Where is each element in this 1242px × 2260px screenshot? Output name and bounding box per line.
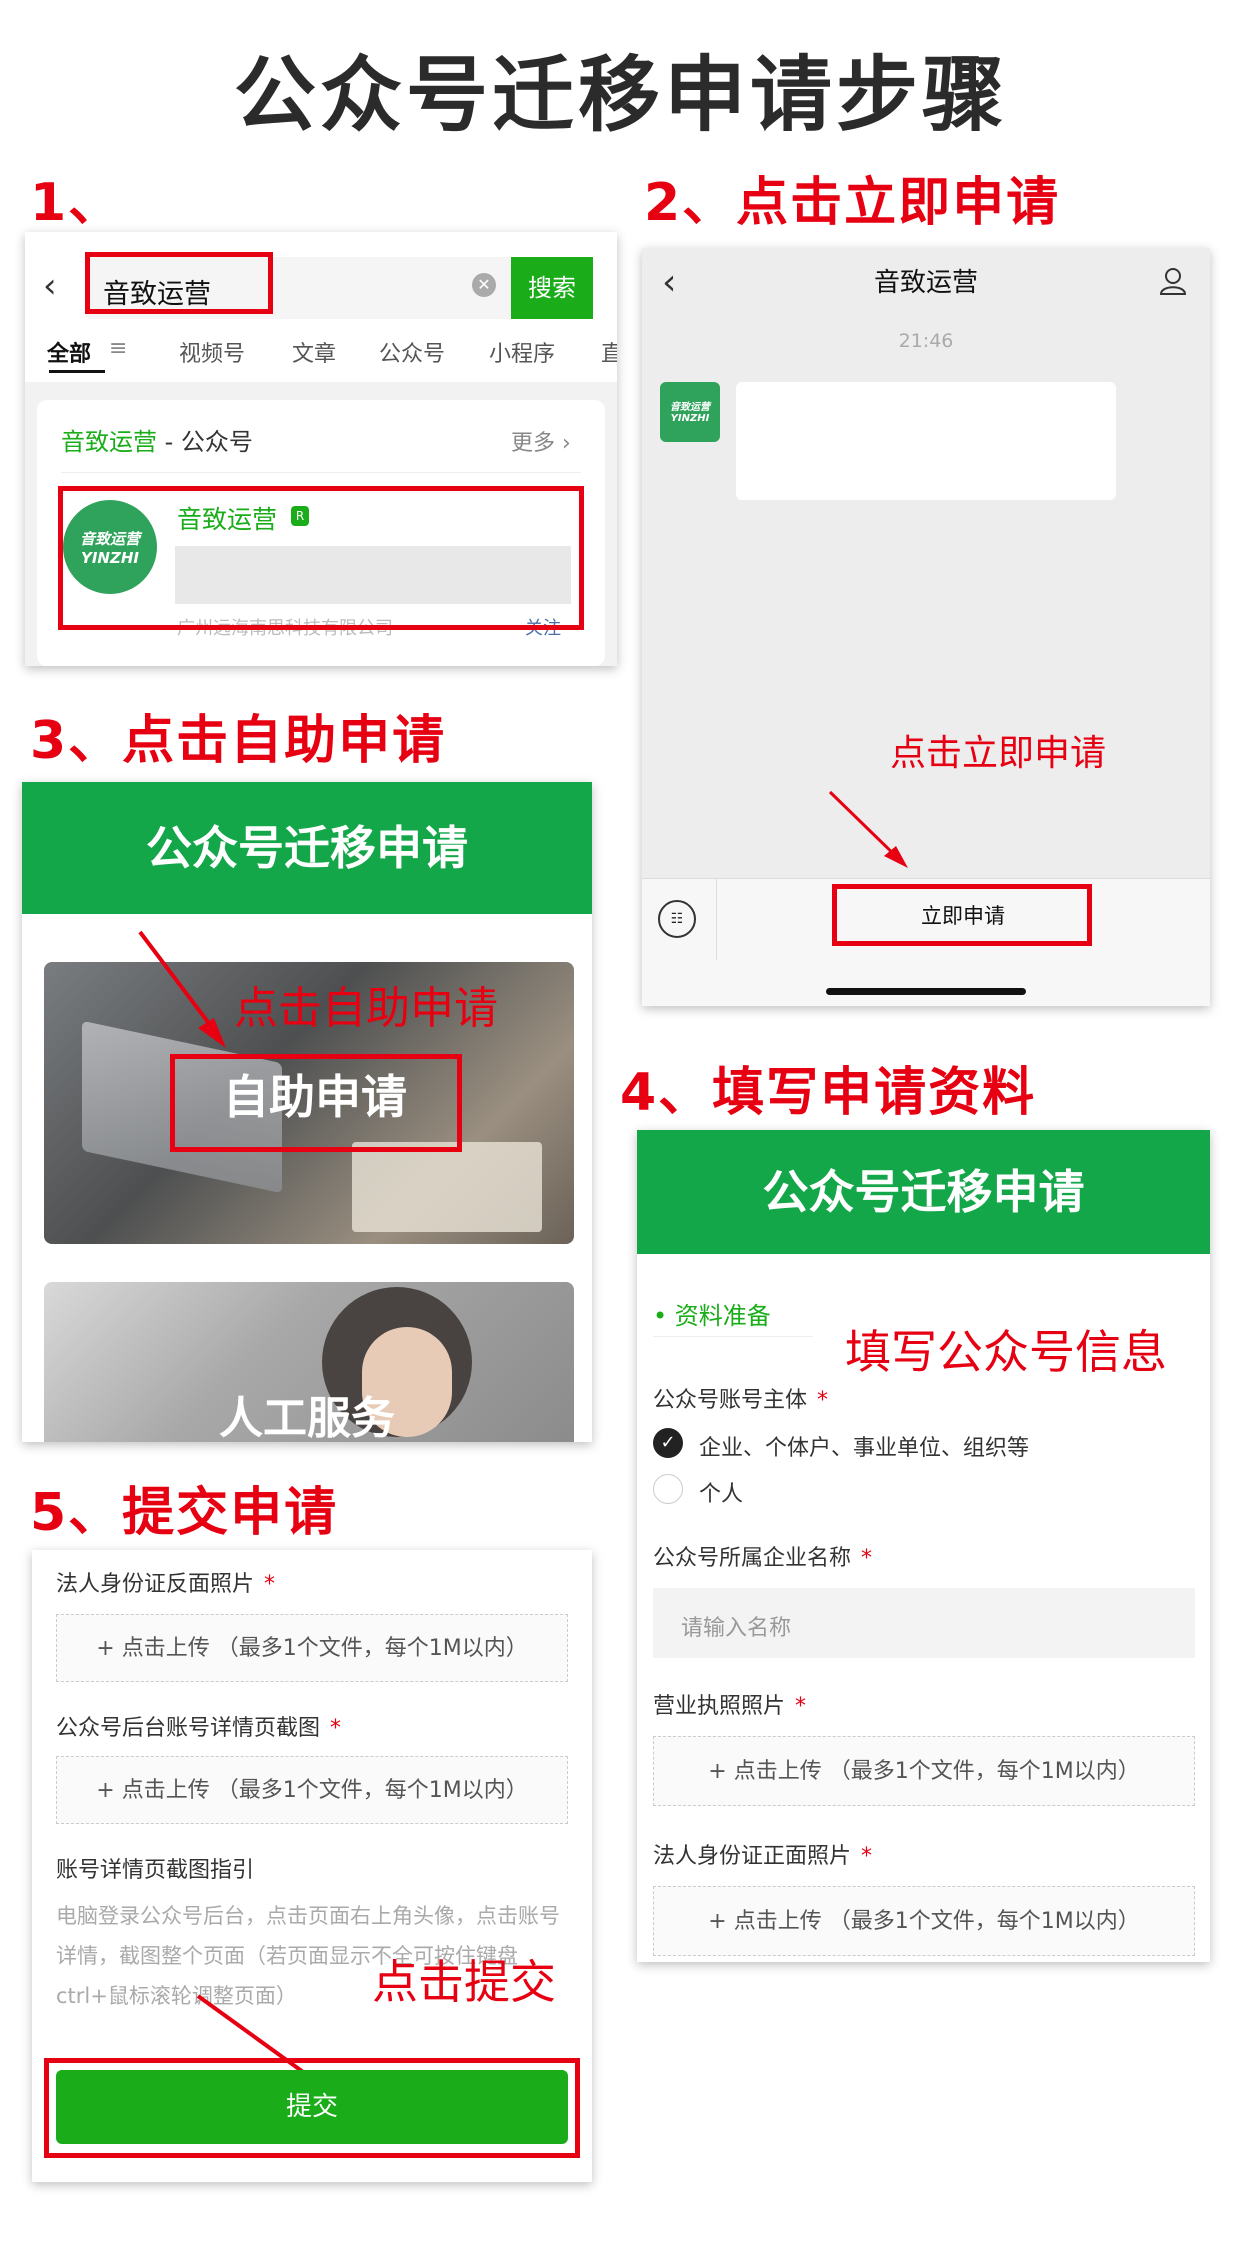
arrow-icon xyxy=(138,930,226,1048)
highlight-box xyxy=(58,486,584,630)
section-title: 音致运营 - 公众号 xyxy=(61,422,253,457)
step-1-label: 1、 xyxy=(30,173,123,233)
section-name: 音致运营 xyxy=(61,428,157,456)
form-panel-1: 公众号迁移申请 • 资料准备 填写公众号信息 公众号账号主体 * ✓ 企业、个体户… xyxy=(637,1130,1210,1962)
arrow-icon xyxy=(828,790,908,868)
search-button[interactable]: 搜索 xyxy=(511,257,593,319)
chat-avatar[interactable]: 音致运营 YINZHI xyxy=(660,382,720,442)
step-3-label: 3、点击自助申请 xyxy=(30,711,447,771)
more-link[interactable]: 更多 › xyxy=(511,425,571,457)
annotation-self-service: 点击自助申请 xyxy=(234,983,498,1034)
divider xyxy=(653,1336,813,1337)
home-indicator xyxy=(826,988,1026,995)
option-individual-label: 个人 xyxy=(699,1482,744,1507)
id-back-label: 法人身份证反面照片 * xyxy=(56,1572,276,1597)
more-label: 更多 xyxy=(511,431,556,456)
section-title: • 资料准备 xyxy=(653,1296,771,1331)
guide-title: 账号详情页截图指引 xyxy=(56,1858,255,1883)
highlight-box xyxy=(85,252,273,314)
highlight-box xyxy=(832,884,1092,946)
avatar-text-top: 音致运营 xyxy=(670,402,710,413)
section-suffix: - 公众号 xyxy=(164,428,253,456)
panel-header: 公众号迁移申请 xyxy=(637,1130,1210,1254)
company-name-placeholder: 请输入名称 xyxy=(681,1616,792,1641)
divider xyxy=(61,472,581,473)
screenshot-label: 公众号后台账号详情页截图 * xyxy=(56,1716,342,1741)
radio-enterprise[interactable]: ✓ xyxy=(653,1428,683,1458)
tab-video[interactable]: 视频号 xyxy=(179,336,245,368)
tab-underline xyxy=(49,370,105,373)
id-front-label: 法人身份证正面照片 * xyxy=(653,1844,873,1869)
annotation-apply: 点击立即申请 xyxy=(890,733,1107,774)
page-title: 公众号迁移申请步骤 xyxy=(233,48,1008,143)
license-upload[interactable]: + 点击上传 （最多1个文件，每个1M以内） xyxy=(653,1736,1195,1806)
annotation-fill-info: 填写公众号信息 xyxy=(845,1325,1167,1379)
tab-article[interactable]: 文章 xyxy=(292,336,336,368)
highlight-box xyxy=(44,2058,580,2158)
profile-icon[interactable] xyxy=(1158,266,1188,296)
tab-more[interactable]: 直 xyxy=(601,336,617,368)
section-label: 资料准备 xyxy=(674,1302,771,1330)
subject-label: 公众号账号主体 * xyxy=(653,1388,829,1413)
chat-panel: ‹ 音致运营 21:46 音致运营 YINZHI 点击立即申请 ☷ 立即申请 xyxy=(642,248,1210,1006)
screenshot-upload[interactable]: + 点击上传 （最多1个文件，每个1M以内） xyxy=(56,1756,568,1824)
step-4-label: 4、填写申请资料 xyxy=(620,1063,1037,1123)
step-5-label: 5、提交申请 xyxy=(30,1483,339,1543)
radio-individual[interactable] xyxy=(653,1474,683,1504)
clear-icon[interactable]: ✕ xyxy=(472,273,496,297)
option-enterprise-label: 企业、个体户、事业单位、组织等 xyxy=(699,1436,1030,1461)
id-back-upload[interactable]: + 点击上传 （最多1个文件，每个1M以内） xyxy=(56,1614,568,1682)
divider xyxy=(716,878,717,960)
service-panel: 公众号迁移申请 点击自助申请 自助申请 人工服务 xyxy=(22,782,592,1442)
avatar-text-bottom: YINZHI xyxy=(670,413,710,424)
tab-all[interactable]: 全部 xyxy=(47,336,91,368)
step-2-label: 2、点击立即申请 xyxy=(644,173,1061,233)
license-label: 营业执照照片 * xyxy=(653,1694,807,1719)
chat-time: 21:46 xyxy=(898,330,954,352)
bullet-icon: • xyxy=(653,1302,675,1330)
tab-official-account[interactable]: 公众号 xyxy=(379,336,445,368)
manual-service-label: 人工服务 xyxy=(219,1393,395,1442)
paper-image xyxy=(352,1142,542,1232)
form-panel-2: 法人身份证反面照片 * + 点击上传 （最多1个文件，每个1M以内） 公众号后台账… xyxy=(32,1550,592,2182)
highlight-box xyxy=(170,1054,462,1152)
filter-icon[interactable]: ≡ xyxy=(109,336,127,361)
keyboard-icon[interactable]: ☷ xyxy=(658,900,696,938)
id-front-upload[interactable]: + 点击上传 （最多1个文件，每个1M以内） xyxy=(653,1886,1195,1956)
back-icon[interactable]: ‹ xyxy=(43,266,57,306)
company-name-label: 公众号所属企业名称 * xyxy=(653,1546,873,1571)
panel-header: 公众号迁移申请 xyxy=(22,782,592,914)
tab-mini-program[interactable]: 小程序 xyxy=(489,336,555,368)
chevron-right-icon: › xyxy=(555,431,571,456)
annotation-submit: 点击提交 xyxy=(372,1955,556,2009)
chat-message-bubble xyxy=(736,382,1116,500)
search-panel: ‹ 音致运营 ✕ 搜索 全部 ≡ 视频号 文章 公众号 小程序 直 音致运营 -… xyxy=(25,232,617,666)
chat-title: 音致运营 xyxy=(873,268,978,298)
